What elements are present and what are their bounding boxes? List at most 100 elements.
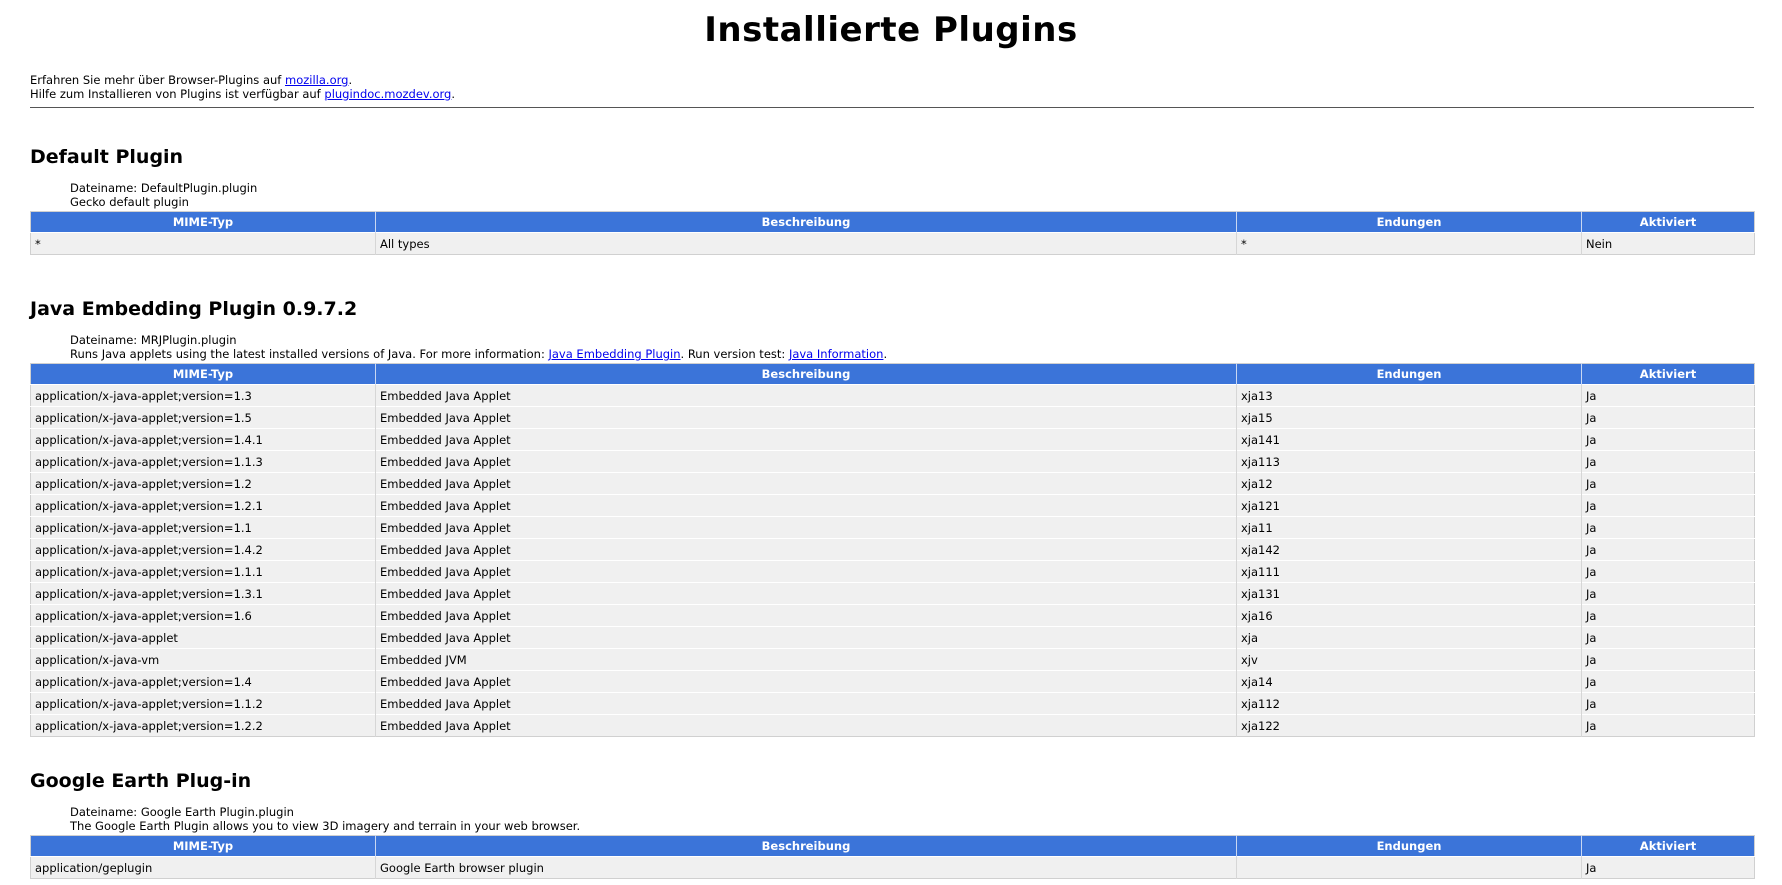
cell-description: Embedded Java Applet xyxy=(375,670,1237,693)
cell-description: Embedded Java Applet xyxy=(375,604,1237,627)
cell-enabled: Ja xyxy=(1581,560,1755,583)
table-row: application/x-java-applet;version=1.2.1 E… xyxy=(30,494,1755,517)
plugin-meta: Dateiname: DefaultPlugin.plugin Gecko de… xyxy=(70,181,1754,209)
mime-table: MIME-Typ Beschreibung Endungen Aktiviert… xyxy=(30,363,1755,737)
header-mime-type: MIME-Typ xyxy=(30,835,376,857)
cell-description: Embedded Java Applet xyxy=(375,406,1237,429)
header-mime-type: MIME-Typ xyxy=(30,211,376,233)
cell-description: Embedded Java Applet xyxy=(375,450,1237,473)
cell-mime-type: application/x-java-vm xyxy=(30,648,376,671)
header-description: Beschreibung xyxy=(375,363,1237,385)
cell-mime-type: application/x-java-applet;version=1.1.3 xyxy=(30,450,376,473)
cell-enabled: Ja xyxy=(1581,582,1755,605)
cell-mime-type: application/x-java-applet;version=1.2.2 xyxy=(30,714,376,737)
table-row: application/x-java-applet;version=1.3.1 E… xyxy=(30,582,1755,605)
table-header-row: MIME-Typ Beschreibung Endungen Aktiviert xyxy=(30,211,1755,233)
cell-enabled: Ja xyxy=(1581,384,1755,407)
table-row: application/x-java-applet;version=1.1.1 E… xyxy=(30,560,1755,583)
cell-mime-type: application/x-java-applet;version=1.4.1 xyxy=(30,428,376,451)
cell-extensions xyxy=(1236,856,1582,879)
cell-enabled: Ja xyxy=(1581,494,1755,517)
cell-mime-type: application/x-java-applet;version=1.3.1 xyxy=(30,582,376,605)
cell-extensions: xja141 xyxy=(1236,428,1582,451)
cell-description: Embedded Java Applet xyxy=(375,626,1237,649)
plugin-description: Gecko default plugin xyxy=(70,195,189,209)
header-mime-type: MIME-Typ xyxy=(30,363,376,385)
mime-table: MIME-Typ Beschreibung Endungen Aktiviert… xyxy=(30,835,1755,879)
header-description: Beschreibung xyxy=(375,211,1237,233)
plugin-filename: Dateiname: MRJPlugin.plugin xyxy=(70,333,237,347)
java-embedding-plugin-link[interactable]: Java Embedding Plugin xyxy=(548,347,680,361)
cell-enabled: Ja xyxy=(1581,670,1755,693)
cell-mime-type: application/x-java-applet;version=1.4.2 xyxy=(30,538,376,561)
plugins-page: Installierte Plugins Erfahren Sie mehr ü… xyxy=(0,0,1782,885)
cell-extensions: xja16 xyxy=(1236,604,1582,627)
cell-mime-type: application/geplugin xyxy=(30,856,376,879)
java-information-link[interactable]: Java Information xyxy=(789,347,884,361)
cell-extensions: xja122 xyxy=(1236,714,1582,737)
cell-enabled: Ja xyxy=(1581,856,1755,879)
cell-extensions: xja12 xyxy=(1236,472,1582,495)
table-row: application/x-java-applet;version=1.2 Emb… xyxy=(30,472,1755,495)
plugin-java-embedding: Java Embedding Plugin 0.9.7.2 Dateiname:… xyxy=(30,295,1755,737)
cell-description: Embedded Java Applet xyxy=(375,560,1237,583)
table-row: application/x-java-applet;version=1.1.2 E… xyxy=(30,692,1755,715)
table-row: application/x-java-applet;version=1.4 Emb… xyxy=(30,670,1755,693)
table-row: application/x-java-applet;version=1.6 Emb… xyxy=(30,604,1755,627)
table-row: application/x-java-applet;version=1.5 Emb… xyxy=(30,406,1755,429)
cell-extensions: xja113 xyxy=(1236,450,1582,473)
table-header-row: MIME-Typ Beschreibung Endungen Aktiviert xyxy=(30,363,1755,385)
cell-description: Embedded Java Applet xyxy=(375,384,1237,407)
cell-mime-type: application/x-java-applet;version=1.2 xyxy=(30,472,376,495)
cell-extensions: xja13 xyxy=(1236,384,1582,407)
cell-enabled: Ja xyxy=(1581,648,1755,671)
cell-mime-type: application/x-java-applet;version=1.2.1 xyxy=(30,494,376,517)
cell-mime-type: * xyxy=(30,232,376,255)
mozilla-link[interactable]: mozilla.org xyxy=(285,73,348,87)
cell-extensions: xja131 xyxy=(1236,582,1582,605)
cell-mime-type: application/x-java-applet;version=1.1.2 xyxy=(30,692,376,715)
cell-mime-type: application/x-java-applet xyxy=(30,626,376,649)
plugin-name: Google Earth Plug-in xyxy=(30,770,252,792)
table-row: application/x-java-vm Embedded JVM xjv Ja xyxy=(30,648,1755,671)
cell-enabled: Ja xyxy=(1581,406,1755,429)
cell-extensions: xja14 xyxy=(1236,670,1582,693)
plugin-name: Java Embedding Plugin 0.9.7.2 xyxy=(30,298,358,320)
table-row: application/x-java-applet;version=1.2.2 E… xyxy=(30,714,1755,737)
cell-description: Embedded Java Applet xyxy=(375,692,1237,715)
cell-extensions: xja121 xyxy=(1236,494,1582,517)
cell-description: Embedded JVM xyxy=(375,648,1237,671)
cell-extensions: xja111 xyxy=(1236,560,1582,583)
table-row: application/x-java-applet;version=1.1.3 E… xyxy=(30,450,1755,473)
cell-enabled: Ja xyxy=(1581,714,1755,737)
cell-extensions: xja142 xyxy=(1236,538,1582,561)
header-extensions: Endungen xyxy=(1236,211,1582,233)
cell-enabled: Ja xyxy=(1581,538,1755,561)
cell-mime-type: application/x-java-applet;version=1.4 xyxy=(30,670,376,693)
cell-enabled: Ja xyxy=(1581,472,1755,495)
header-enabled: Aktiviert xyxy=(1581,211,1755,233)
cell-description: Embedded Java Applet xyxy=(375,714,1237,737)
plugindoc-link[interactable]: plugindoc.mozdev.org xyxy=(324,87,451,101)
header-description: Beschreibung xyxy=(375,835,1237,857)
header-enabled: Aktiviert xyxy=(1581,835,1755,857)
intro-text: Erfahren Sie mehr über Browser-Plugins a… xyxy=(30,73,455,101)
cell-enabled: Nein xyxy=(1581,232,1755,255)
header-enabled: Aktiviert xyxy=(1581,363,1755,385)
mime-table: MIME-Typ Beschreibung Endungen Aktiviert… xyxy=(30,211,1755,255)
cell-extensions: xjv xyxy=(1236,648,1582,671)
table-row: application/x-java-applet;version=1.3 Emb… xyxy=(30,384,1755,407)
cell-description: Embedded Java Applet xyxy=(375,472,1237,495)
cell-description: All types xyxy=(375,232,1237,255)
cell-description: Embedded Java Applet xyxy=(375,494,1237,517)
horizontal-divider xyxy=(30,107,1754,108)
cell-extensions: xja15 xyxy=(1236,406,1582,429)
table-row: application/x-java-applet;version=1.4.1 E… xyxy=(30,428,1755,451)
cell-extensions: xja11 xyxy=(1236,516,1582,539)
plugin-filename: Dateiname: Google Earth Plugin.plugin xyxy=(70,805,294,819)
table-header-row: MIME-Typ Beschreibung Endungen Aktiviert xyxy=(30,835,1755,857)
intro-line-mozilla: Erfahren Sie mehr über Browser-Plugins a… xyxy=(30,73,353,87)
table-row: application/x-java-applet;version=1.4.2 E… xyxy=(30,538,1755,561)
plugin-description: The Google Earth Plugin allows you to vi… xyxy=(70,819,581,833)
table-row: application/x-java-applet;version=1.1 Emb… xyxy=(30,516,1755,539)
